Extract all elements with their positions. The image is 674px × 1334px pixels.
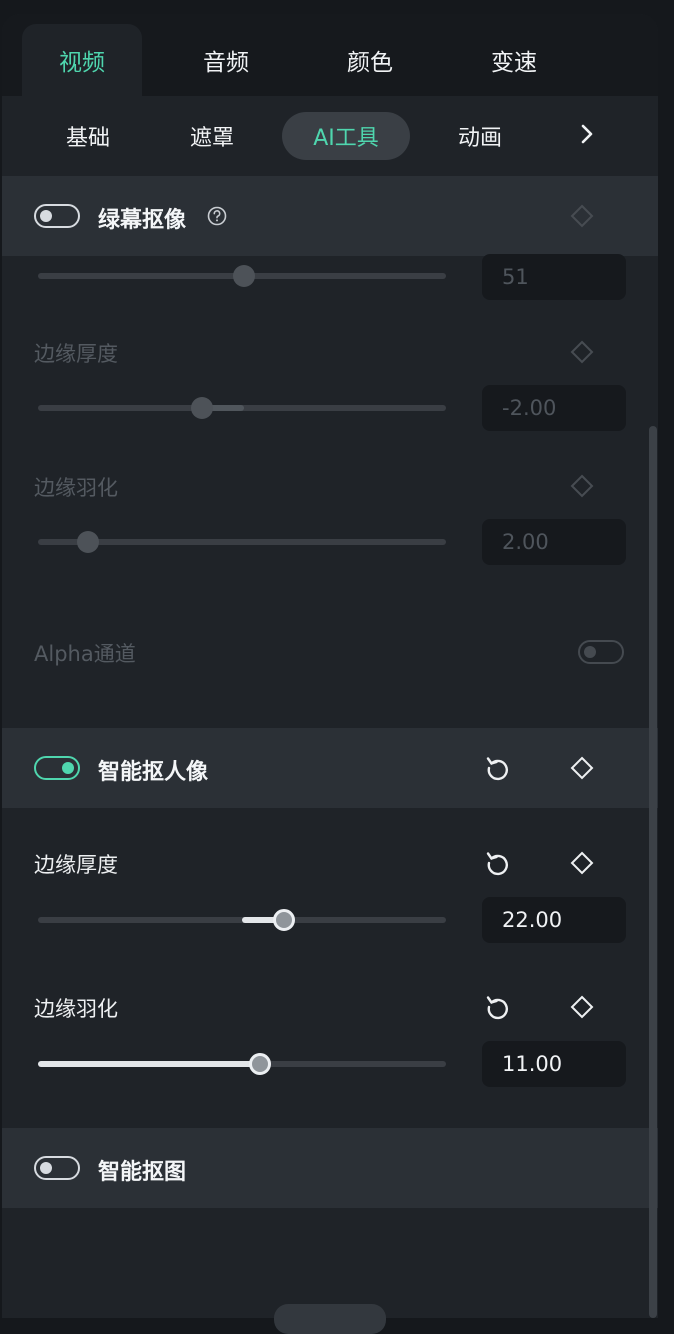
gs-edge-feather-thumb[interactable] <box>77 531 99 553</box>
chevron-right-icon[interactable] <box>574 112 600 156</box>
keyframe-diamond-icon[interactable] <box>567 848 597 878</box>
alpha-channel-label: Alpha通道 <box>34 642 136 666</box>
smart-portrait-header: 智能抠人像 <box>2 728 658 808</box>
reset-icon[interactable] <box>483 753 513 783</box>
keyframe-diamond-icon[interactable] <box>567 337 597 367</box>
help-icon[interactable] <box>202 201 232 231</box>
tab-audio[interactable]: 音频 <box>166 24 286 96</box>
tab-speed[interactable]: 变速 <box>454 24 574 96</box>
gs-edge-thickness-thumb[interactable] <box>191 397 213 419</box>
reset-icon[interactable] <box>483 848 513 878</box>
tab-video[interactable]: 视频 <box>22 24 142 96</box>
scrollbar[interactable] <box>649 426 657 1318</box>
tab-animation[interactable]: 动画 <box>440 112 520 160</box>
gs-edge-feather-track[interactable] <box>38 539 446 545</box>
tab-basic[interactable]: 基础 <box>48 112 128 160</box>
reset-icon[interactable] <box>483 992 513 1022</box>
sp-edge-thickness-thumb[interactable] <box>273 909 295 931</box>
gs-edge-feather-label: 边缘羽化 <box>34 476 118 500</box>
green-screen-slider-thumb[interactable] <box>233 265 255 287</box>
tab-color[interactable]: 颜色 <box>310 24 430 96</box>
smart-portrait-title: 智能抠人像 <box>98 760 209 785</box>
bottom-handle[interactable] <box>274 1304 386 1334</box>
gs-edge-thickness-value[interactable]: -2.00 <box>482 385 626 431</box>
sp-edge-feather-fill <box>38 1061 262 1067</box>
sub-tab-bar: 基础 遮罩 AI工具 动画 <box>2 96 658 176</box>
gs-edge-feather-value[interactable]: 2.00 <box>482 519 626 565</box>
green-screen-header: 绿幕抠像 <box>2 176 658 256</box>
alpha-channel-toggle[interactable] <box>578 640 624 664</box>
green-screen-value-box[interactable]: 51 <box>482 254 626 300</box>
keyframe-diamond-icon[interactable] <box>567 992 597 1022</box>
keyframe-diamond-icon[interactable] <box>567 753 597 783</box>
gs-edge-thickness-label: 边缘厚度 <box>34 342 118 366</box>
smart-cutout-header: 智能抠图 <box>2 1128 658 1208</box>
tab-ai-tools[interactable]: AI工具 <box>282 112 410 160</box>
sp-edge-thickness-label: 边缘厚度 <box>34 853 118 877</box>
properties-panel: 视频 音频 颜色 变速 基础 遮罩 AI工具 动画 绿幕抠像 51 边缘厚度 -… <box>2 14 658 1318</box>
smart-cutout-toggle[interactable] <box>34 1156 80 1180</box>
smart-portrait-toggle[interactable] <box>34 756 80 780</box>
sp-edge-feather-label: 边缘羽化 <box>34 997 118 1021</box>
sp-edge-feather-value[interactable]: 11.00 <box>482 1041 626 1087</box>
green-screen-toggle[interactable] <box>34 204 80 228</box>
main-tab-bar: 视频 音频 颜色 变速 <box>2 14 658 96</box>
keyframe-diamond-icon[interactable] <box>567 201 597 231</box>
keyframe-diamond-icon[interactable] <box>567 471 597 501</box>
sp-edge-thickness-value[interactable]: 22.00 <box>482 897 626 943</box>
tab-mask[interactable]: 遮罩 <box>172 112 252 160</box>
smart-cutout-title: 智能抠图 <box>98 1160 187 1185</box>
green-screen-title: 绿幕抠像 <box>98 208 187 233</box>
sp-edge-feather-thumb[interactable] <box>249 1053 271 1075</box>
